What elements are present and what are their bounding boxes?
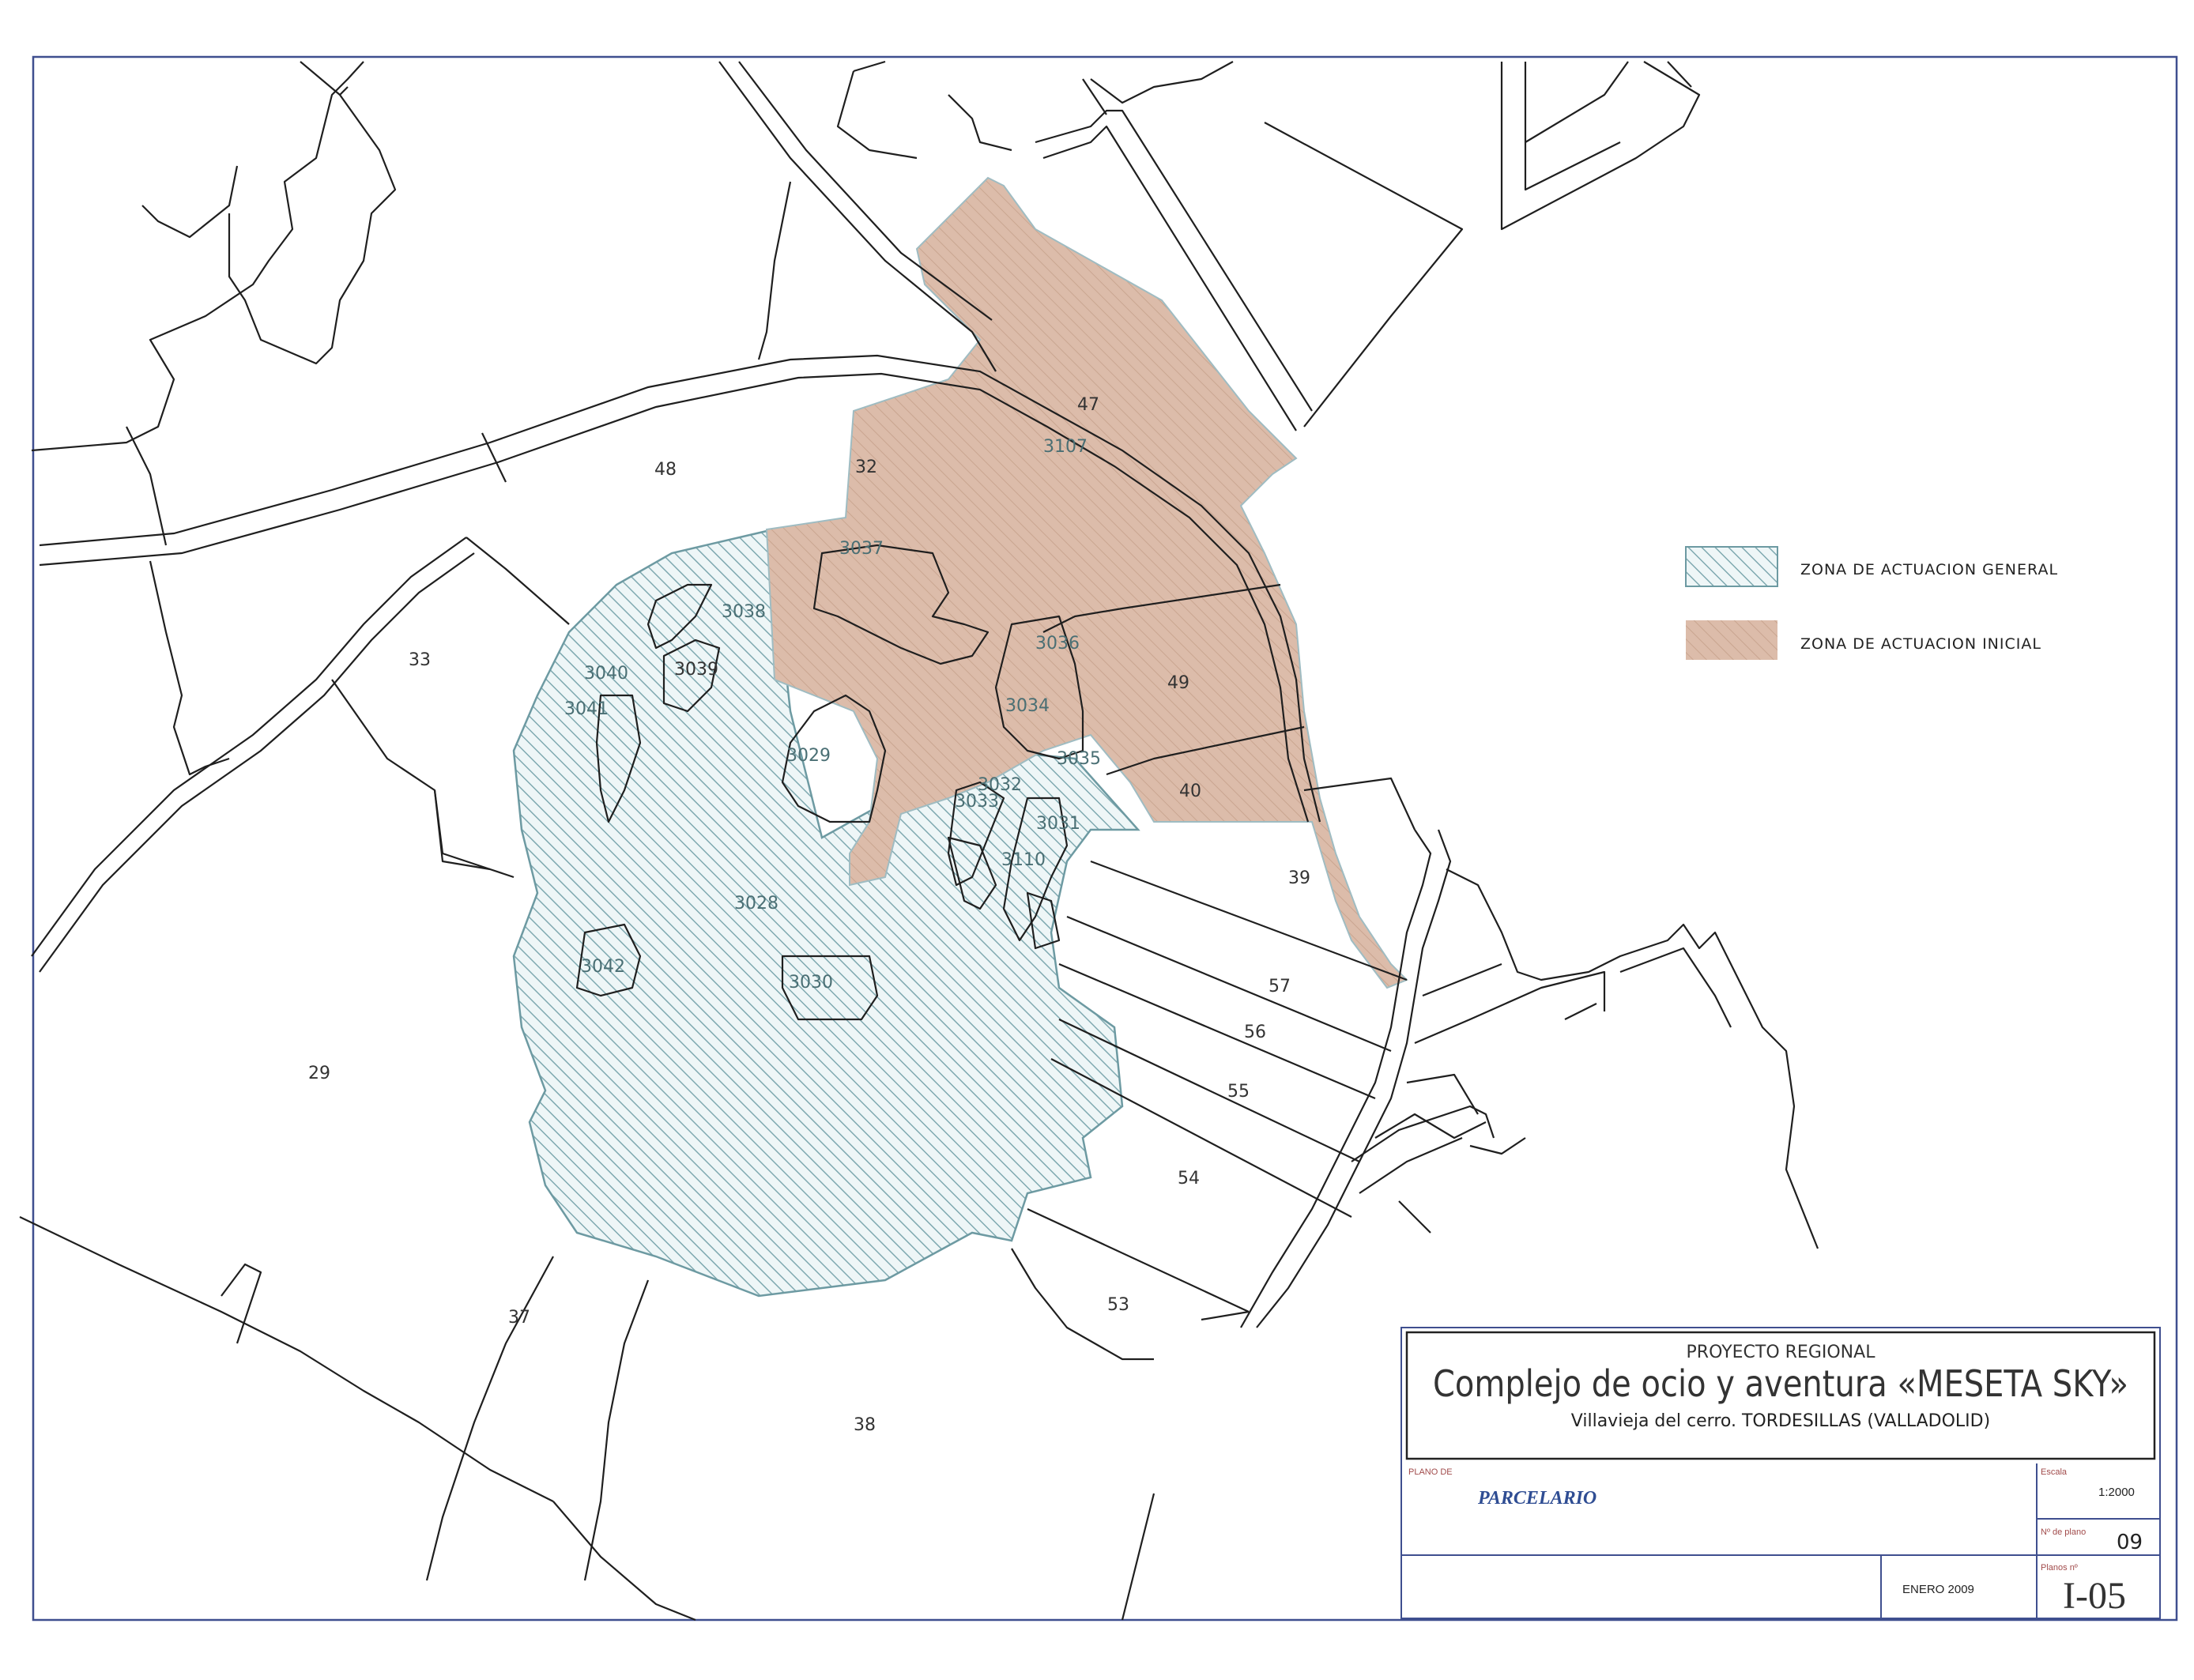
parcel-label-3028: 3028: [734, 894, 778, 913]
title-block: PROYECTO REGIONAL Complejo de ocio y ave…: [1400, 1327, 2161, 1619]
parcel-label-37: 37: [508, 1308, 530, 1328]
parcel-label-3036: 3036: [1035, 634, 1080, 654]
parcel-label-47: 47: [1077, 395, 1099, 415]
planos-label: Planos nº: [2041, 1563, 2078, 1573]
no-plano-label: Nº de plano: [2041, 1527, 2086, 1537]
parcel-label-3039: 3039: [674, 660, 718, 680]
parcel-label-3040: 3040: [584, 664, 628, 684]
plano-name: PARCELARIO: [1477, 1488, 1596, 1509]
project-location: Villavieja del cerro. TORDESILLAS (VALLA…: [1571, 1411, 1990, 1431]
parcel-label-3035: 3035: [1057, 749, 1101, 769]
parcel-label-3107: 3107: [1043, 437, 1088, 457]
parcel-label-3042: 3042: [581, 957, 625, 977]
parcel-map: 47 3107 48 32 3037 3038 33 3040 3039 304…: [19, 55, 2178, 1622]
parcel-label-29: 29: [308, 1064, 330, 1083]
parcel-label-57: 57: [1269, 977, 1291, 996]
parcel-label-54: 54: [1178, 1169, 1200, 1188]
parcel-label-32: 32: [855, 458, 877, 477]
escala-value: 1:2000: [2098, 1486, 2135, 1499]
legend-swatch-initial: [1686, 620, 1777, 660]
parcel-label-3031: 3031: [1036, 814, 1080, 834]
parcel-label-3041: 3041: [564, 699, 609, 719]
project-title: Complejo de ocio y aventura «MESETA SKY»: [1433, 1362, 2128, 1405]
parcel-label-38: 38: [854, 1415, 876, 1435]
no-plano-value: 09: [2117, 1531, 2143, 1554]
parcel-label-39: 39: [1288, 868, 1310, 888]
parcel-label-56: 56: [1244, 1023, 1266, 1042]
parcel-label-40: 40: [1179, 782, 1201, 801]
parcel-label-33: 33: [409, 650, 431, 670]
legend-swatch-general: [1685, 546, 1778, 587]
parcel-label-3029: 3029: [786, 746, 831, 766]
plan-code: I-05: [2063, 1575, 2126, 1617]
parcel-label-3038: 3038: [722, 602, 766, 622]
parcel-label-49: 49: [1167, 673, 1189, 693]
escala-label: Escala: [2041, 1467, 2068, 1477]
parcel-label-53: 53: [1107, 1295, 1129, 1315]
project-label: PROYECTO REGIONAL: [1687, 1343, 1876, 1362]
parcel-label-3110: 3110: [1001, 850, 1046, 870]
parcel-label-3033: 3033: [955, 792, 999, 812]
plano-de-label: PLANO DE: [1408, 1467, 1453, 1477]
zona-inicial-area: [765, 176, 1408, 989]
parcel-label-3037: 3037: [839, 539, 884, 559]
legend-label-general: ZONA DE ACTUACION GENERAL: [1800, 561, 2058, 578]
parcel-label-55: 55: [1227, 1082, 1250, 1102]
parcel-label-48: 48: [654, 460, 677, 480]
legend: ZONA DE ACTUACION GENERAL ZONA DE ACTUAC…: [1685, 546, 2058, 660]
legend-label-initial: ZONA DE ACTUACION INICIAL: [1800, 635, 2041, 653]
parcel-label-3034: 3034: [1005, 696, 1050, 716]
parcel-label-3030: 3030: [789, 973, 833, 993]
date-label: ENERO 2009: [1902, 1583, 1974, 1596]
